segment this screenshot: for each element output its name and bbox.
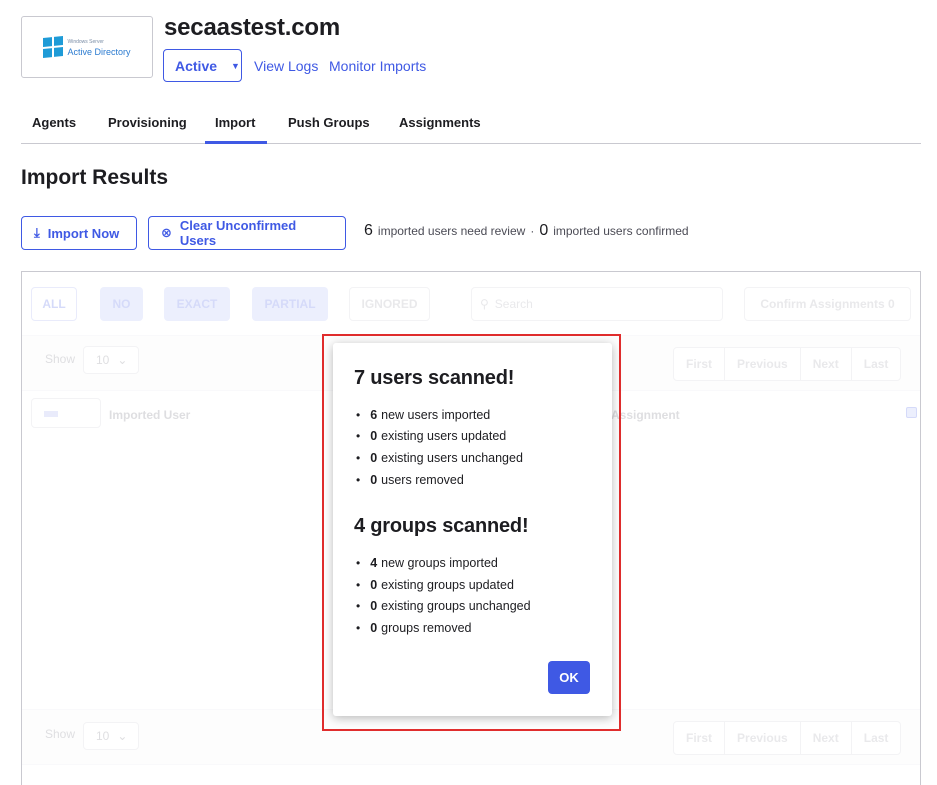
pager-next[interactable]: Next	[801, 348, 852, 380]
pagination-top: First Previous Next Last	[673, 347, 902, 381]
ok-button[interactable]: OK	[548, 661, 590, 694]
page-size-select[interactable]: 10 ⌄	[83, 346, 139, 374]
groups-scanned-title: 4 groups scanned!	[354, 515, 529, 538]
pager-first[interactable]: First	[674, 722, 726, 754]
tab-bar: Agents Provisioning Import Push Groups A…	[21, 105, 921, 144]
windows-logo-icon	[43, 35, 64, 59]
pager-last[interactable]: Last	[852, 348, 901, 380]
app-title: secaastest.com	[164, 14, 340, 41]
search-icon: ⚲	[480, 297, 489, 311]
clear-unconfirmed-users-button[interactable]: ⊗ Clear Unconfirmed Users	[148, 216, 346, 250]
filter-partial[interactable]: PARTIAL	[252, 287, 328, 321]
import-now-button[interactable]: ⤓ Import Now	[21, 216, 137, 250]
list-item: 0existing groups updated	[354, 574, 592, 596]
filter-exact[interactable]: EXACT	[164, 287, 230, 321]
view-logs-link[interactable]: View Logs	[254, 58, 318, 74]
list-item: 0existing users unchanged	[354, 447, 592, 469]
users-scanned-title: 7 users scanned!	[354, 367, 515, 389]
list-item: 0users removed	[354, 469, 592, 491]
filter-all[interactable]: ALL	[31, 287, 77, 321]
active-tab-indicator	[205, 141, 267, 144]
import-icon: ⤓	[34, 225, 40, 240]
chevron-down-icon: ⌄	[117, 353, 128, 367]
tab-provisioning[interactable]: Provisioning	[108, 115, 187, 130]
list-item: 4new groups imported	[354, 552, 592, 574]
confirm-assignments-button[interactable]: Confirm Assignments 0	[744, 287, 911, 321]
list-item: 6new users imported	[354, 404, 592, 426]
list-item: 0existing users updated	[354, 426, 592, 448]
filter-no[interactable]: NO	[100, 287, 143, 321]
logo-label: Windows Server Active Directory	[67, 39, 131, 57]
page-title: Import Results	[21, 166, 169, 189]
app-logo: Windows Server Active Directory	[21, 16, 153, 78]
status-label: Active	[175, 57, 218, 74]
list-item: 0groups removed	[354, 617, 592, 639]
tab-agents[interactable]: Agents	[32, 115, 76, 130]
chevron-down-icon: ⌄	[117, 729, 128, 743]
pager-first[interactable]: First	[674, 348, 726, 380]
groups-stats-list: 4new groups imported 0existing groups up…	[354, 552, 592, 638]
column-imported-user: Imported User	[109, 408, 191, 422]
remove-user-icon: ⊗	[161, 225, 172, 240]
page-size-select-bottom[interactable]: 10 ⌄	[83, 722, 139, 750]
import-complete-dialog: 7 users scanned! 6new users imported 0ex…	[333, 343, 612, 716]
tab-assignments[interactable]: Assignments	[399, 115, 481, 130]
show-label: Show	[45, 352, 76, 366]
select-all-checkbox[interactable]	[906, 407, 917, 418]
monitor-imports-link[interactable]: Monitor Imports	[329, 58, 426, 74]
users-stats-list: 6new users imported 0existing users upda…	[354, 404, 592, 490]
caret-down-icon: ▼	[231, 60, 240, 71]
pagination-bottom: First Previous Next Last	[673, 721, 902, 755]
list-item: 0existing groups unchanged	[354, 596, 592, 618]
tab-import[interactable]: Import	[215, 115, 255, 130]
tab-push-groups[interactable]: Push Groups	[288, 115, 370, 130]
status-dropdown[interactable]: Active ▼	[163, 49, 242, 82]
bulk-select[interactable]	[31, 398, 101, 428]
pager-previous[interactable]: Previous	[725, 348, 801, 380]
column-assignment: Assignment	[611, 408, 680, 422]
import-summary: 6 imported users need review · 0 importe…	[364, 222, 689, 239]
confirmed-count: 0	[539, 222, 549, 239]
pager-last[interactable]: Last	[852, 722, 901, 754]
search-input[interactable]: ⚲ Search	[471, 287, 723, 321]
need-review-count: 6	[364, 222, 373, 239]
pager-next[interactable]: Next	[801, 722, 852, 754]
filter-ignored[interactable]: IGNORED	[349, 287, 430, 321]
show-label-bottom: Show	[45, 727, 76, 741]
pager-previous[interactable]: Previous	[725, 722, 801, 754]
